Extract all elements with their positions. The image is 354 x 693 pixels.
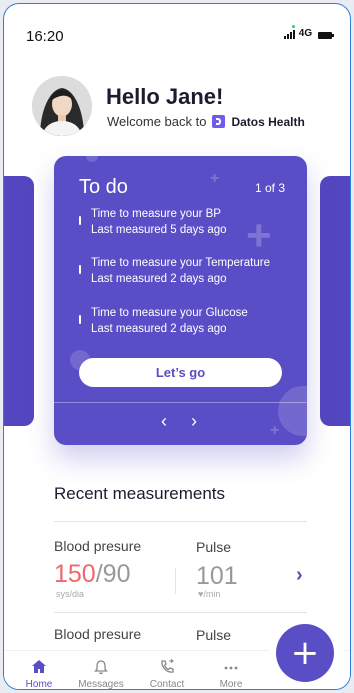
lets-go-button[interactable]: Let’s go	[79, 358, 282, 387]
signal-icon: 4G	[284, 28, 312, 39]
bp-separator: /	[95, 560, 103, 588]
nav-item-contact[interactable]: Contact	[137, 651, 197, 690]
todo-title: To do	[79, 176, 128, 198]
card-divider	[54, 402, 307, 403]
brand-name: Datos Health	[231, 114, 305, 129]
nav-label: Contact	[149, 679, 185, 690]
task-subtitle: Last measured 2 days ago	[91, 323, 227, 335]
nav-label: Home	[25, 679, 53, 690]
divider	[54, 521, 307, 522]
task-title: Time to measure your Glucose	[91, 307, 248, 319]
pulse-label: Pulse	[196, 627, 232, 643]
todo-task[interactable]: Time to measure your Glucose Last measur…	[79, 305, 299, 337]
carousel-next-card[interactable]	[320, 176, 350, 426]
nav-item-messages[interactable]: Messages	[71, 651, 131, 690]
bell-icon	[94, 660, 108, 675]
bp-label: Blood presure	[54, 538, 142, 554]
task-bullet	[79, 315, 81, 324]
nav-label: Messages	[78, 679, 124, 690]
bp-label: Blood presure	[54, 626, 142, 642]
pulse-label: Pulse	[196, 539, 232, 555]
network-type: 4G	[298, 28, 313, 39]
decor-plus-icon: +	[210, 170, 220, 187]
add-measurement-button[interactable]: +	[276, 624, 334, 682]
welcome-line: Welcome back to Datos Health	[107, 114, 305, 129]
carousel-prev-card[interactable]	[4, 176, 34, 426]
recent-measurements-heading: Recent measurements	[54, 484, 226, 503]
task-bullet	[79, 265, 81, 274]
chevron-left-icon[interactable]: ‹	[157, 412, 171, 430]
welcome-text: Welcome back to	[107, 114, 207, 129]
todo-task[interactable]: Time to measure your BP Last measured 5 …	[79, 206, 299, 238]
decor-circle	[86, 156, 98, 162]
nav-item-home[interactable]: Home	[9, 651, 69, 690]
avatar[interactable]	[32, 76, 92, 136]
home-icon	[32, 660, 46, 673]
column-separator	[175, 568, 176, 594]
todo-task[interactable]: Time to measure your Temperature Last me…	[79, 255, 299, 287]
datos-logo-icon	[212, 115, 226, 128]
chevron-right-icon[interactable]: ›	[187, 412, 201, 430]
phone-icon	[161, 659, 174, 673]
battery-icon	[318, 32, 334, 39]
todo-page-indicator: 1 of 3	[254, 181, 285, 195]
task-subtitle: Last measured 5 days ago	[91, 224, 227, 236]
task-title: Time to measure your Temperature	[91, 257, 270, 269]
task-bullet	[79, 216, 81, 225]
status-time: 16:20	[26, 28, 64, 45]
decor-circle	[278, 386, 307, 436]
measurement-row[interactable]: Blood presure 150/90 sys/dia Pulse 101 ♥…	[54, 534, 344, 624]
chevron-right-icon[interactable]: ›	[296, 564, 303, 587]
bp-value: 150/90	[54, 560, 130, 589]
phone-screen: 16:20 4G Hello Jane! Welcome back to Dat…	[3, 3, 351, 690]
nav-label: More	[219, 679, 243, 690]
decor-plus-icon: +	[270, 422, 280, 439]
task-subtitle: Last measured 2 days ago	[91, 273, 227, 285]
bp-diastolic: 90	[102, 560, 131, 588]
todo-card: + + + To do 1 of 3 Time to measure your …	[54, 156, 307, 445]
more-icon	[224, 666, 238, 670]
task-title: Time to measure your BP	[91, 208, 221, 220]
nav-item-more[interactable]: More	[201, 651, 261, 690]
greeting-heading: Hello Jane!	[106, 84, 224, 109]
bp-systolic: 150	[54, 560, 96, 588]
status-bar: 16:20 4G	[4, 4, 350, 45]
pulse-value: 101	[196, 562, 238, 590]
pulse-unit: ♥/min	[198, 589, 221, 599]
bp-unit: sys/dia	[56, 589, 85, 599]
divider	[54, 612, 307, 613]
